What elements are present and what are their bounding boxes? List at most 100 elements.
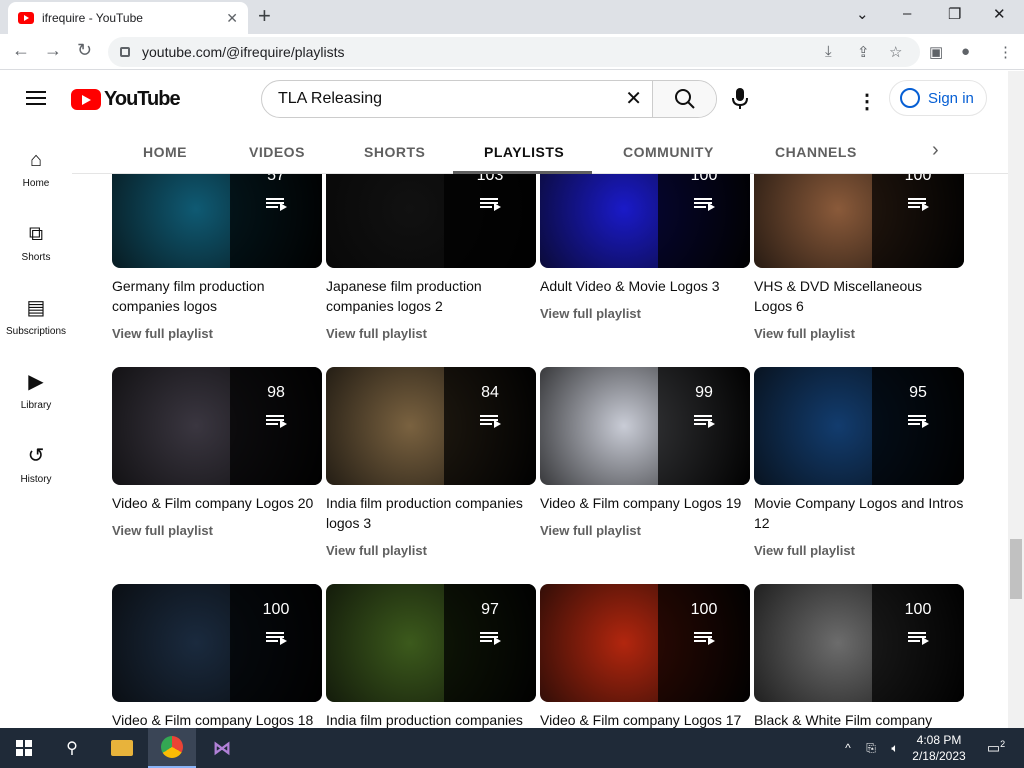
playlist-icon (266, 415, 287, 428)
playlist-thumbnail[interactable]: 100 (112, 584, 322, 702)
playlist-count-overlay (658, 174, 750, 268)
guide-item-library[interactable]: ▶ Library (0, 370, 72, 411)
youtube-logo[interactable]: YouTube (71, 88, 181, 111)
tab-home[interactable]: HOME (143, 144, 187, 160)
chevron-right-icon[interactable]: › (932, 139, 939, 162)
tab-playlists[interactable]: PLAYLISTS (484, 144, 564, 160)
scrollbar-thumb[interactable] (1010, 539, 1022, 599)
playlist-thumbnail[interactable]: 103 (326, 174, 536, 268)
new-tab-icon[interactable]: + (258, 4, 271, 28)
back-icon[interactable]: ← (12, 40, 30, 61)
file-explorer-icon[interactable] (98, 728, 146, 768)
playlist-card[interactable]: 100 VHS & DVD Miscellaneous Logos 6 View f… (754, 174, 964, 341)
playlist-thumbnail[interactable]: 95 (754, 367, 964, 485)
guide-menu-icon[interactable] (26, 91, 46, 105)
playlist-card[interactable]: 84 India film production companies logos … (326, 367, 536, 558)
playlist-thumbnail[interactable]: 100 (540, 584, 750, 702)
tab-community[interactable]: COMMUNITY (623, 144, 714, 160)
playlist-title[interactable]: Video & Film company Logos 17 (540, 710, 750, 728)
view-full-playlist-link[interactable]: View full playlist (754, 326, 964, 341)
playlist-card[interactable]: 100Video & Film company Logos 18View ful… (112, 584, 322, 728)
share-icon[interactable]: ⇪ (857, 43, 870, 61)
playlist-thumbnail[interactable]: 100 (754, 584, 964, 702)
view-full-playlist-link[interactable]: View full playlist (326, 326, 536, 341)
tab-shorts[interactable]: SHORTS (364, 144, 425, 160)
tab-videos[interactable]: VIDEOS (249, 144, 305, 160)
view-full-playlist-link[interactable]: View full playlist (540, 523, 750, 538)
browser-menu-icon[interactable]: ⋮ (998, 43, 1013, 61)
restore-icon[interactable]: ❐ (948, 5, 961, 23)
forward-icon[interactable]: → (44, 40, 62, 61)
guide-item-subscriptions[interactable]: ▤ Subscriptions (0, 296, 72, 337)
playlist-title[interactable]: Video & Film company Logos 19 (540, 493, 750, 513)
search-button[interactable] (652, 81, 716, 117)
playlist-title[interactable]: Germany film production companies logos (112, 276, 322, 316)
browser-tab[interactable]: ifrequire - YouTube ✕ (8, 2, 248, 34)
tab-search-icon[interactable]: ⌄ (856, 5, 869, 23)
playlist-title[interactable]: India film production companies logos 3 (326, 493, 536, 533)
playlist-card[interactable]: 103 Japanese film production companies lo… (326, 174, 536, 341)
playlist-title[interactable]: Black & White Film company (754, 710, 964, 728)
guide-item-history[interactable]: ↺ History (0, 444, 72, 485)
settings-menu-icon[interactable]: ⋮ (857, 89, 877, 114)
search-input[interactable]: TLA Releasing ✕ (262, 81, 652, 117)
taskbar-clock[interactable]: 4:08 PM 2/18/2023 (908, 732, 970, 764)
minimize-icon[interactable]: – (903, 5, 911, 22)
microphone-icon[interactable] (732, 88, 748, 110)
search-taskbar-icon[interactable]: ⚲ (48, 728, 96, 768)
side-panel-icon[interactable]: ▣ (929, 43, 943, 61)
clock-date: 2/18/2023 (912, 749, 966, 763)
clear-search-icon[interactable]: ✕ (625, 81, 642, 117)
playlist-thumbnail[interactable]: 98 (112, 367, 322, 485)
view-full-playlist-link[interactable]: View full playlist (540, 306, 750, 321)
profile-icon[interactable]: ● (961, 43, 970, 60)
playlist-card[interactable]: 98 Video & Film company Logos 20 View full… (112, 367, 322, 538)
playlist-title[interactable]: Video & Film company Logos 20 (112, 493, 322, 513)
view-full-playlist-link[interactable]: View full playlist (112, 326, 322, 341)
playlist-thumbnail[interactable]: 57 (112, 174, 322, 268)
playlist-icon (266, 632, 287, 645)
close-window-icon[interactable]: ✕ (993, 5, 1006, 23)
close-tab-icon[interactable]: ✕ (226, 10, 238, 27)
chrome-taskbar-icon[interactable] (148, 728, 196, 768)
view-full-playlist-link[interactable]: View full playlist (326, 543, 536, 558)
playlist-thumbnail[interactable]: 84 (326, 367, 536, 485)
address-bar[interactable]: youtube.com/@ifrequire/playlists (108, 37, 920, 67)
playlist-card[interactable]: 100Black & White Film companyView full p… (754, 584, 964, 728)
playlist-title[interactable]: VHS & DVD Miscellaneous Logos 6 (754, 276, 964, 316)
windows-taskbar: ⚲ ⋈ ^ ⎘ 🔈︎ 4:08 PM 2/18/2023 ▭2 (0, 728, 1024, 768)
network-icon[interactable]: ⎘ (860, 728, 882, 768)
playlist-card[interactable]: 100Video & Film company Logos 17View ful… (540, 584, 750, 728)
playlist-thumbnail[interactable]: 100 (754, 174, 964, 268)
guide-item-home[interactable]: ⌂ Home (0, 148, 72, 189)
playlist-thumbnail[interactable]: 99 (540, 367, 750, 485)
playlist-title[interactable]: Movie Company Logos and Intros 12 (754, 493, 964, 533)
page-scrollbar[interactable] (1008, 71, 1024, 728)
playlist-title[interactable]: Adult Video & Movie Logos 3 (540, 276, 750, 296)
volume-icon[interactable]: 🔈︎ (884, 728, 906, 768)
guide-item-shorts[interactable]: ⧉ Shorts (0, 222, 72, 263)
playlist-title[interactable]: Japanese film production companies logos… (326, 276, 536, 316)
reload-icon[interactable]: ↻ (77, 40, 92, 61)
bookmark-star-icon[interactable]: ☆ (889, 43, 902, 61)
playlist-title[interactable]: India film production companies (326, 710, 536, 728)
start-button[interactable] (0, 728, 48, 768)
visual-studio-icon[interactable]: ⋈ (198, 728, 246, 768)
playlist-card[interactable]: 100 Adult Video & Movie Logos 3 View full … (540, 174, 750, 321)
view-full-playlist-link[interactable]: View full playlist (112, 523, 322, 538)
install-icon[interactable]: ⤓ (825, 43, 832, 60)
lock-icon (120, 47, 130, 57)
playlist-card[interactable]: 97India film production companiesView fu… (326, 584, 536, 728)
playlist-thumbnail[interactable]: 100 (540, 174, 750, 268)
playlist-card[interactable]: 95 Movie Company Logos and Intros 12 View … (754, 367, 964, 558)
windows-logo-icon (16, 740, 32, 756)
tab-channels[interactable]: CHANNELS (775, 144, 857, 160)
playlist-thumbnail[interactable]: 97 (326, 584, 536, 702)
view-full-playlist-link[interactable]: View full playlist (754, 543, 964, 558)
show-hidden-icons-icon[interactable]: ^ (838, 728, 858, 768)
playlist-card[interactable]: 99 Video & Film company Logos 19 View full… (540, 367, 750, 538)
notifications-icon[interactable]: ▭2 (980, 728, 1012, 768)
playlist-title[interactable]: Video & Film company Logos 18 (112, 710, 322, 728)
playlist-card[interactable]: 57 Germany film production companies logo… (112, 174, 322, 341)
sign-in-button[interactable]: Sign in (889, 80, 987, 116)
